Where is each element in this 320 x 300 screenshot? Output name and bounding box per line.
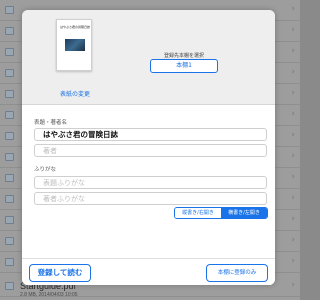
book-cover-thumbnail[interactable]: はやぶさ君の冒険日誌: [56, 19, 92, 71]
pdf-file-icon: [5, 282, 14, 290]
shelf-select-label: 登録先本棚を選択: [163, 53, 204, 59]
file-meta: 2.8 MB, 2014/04/03 10:05: [20, 292, 78, 298]
cover-image: [65, 39, 85, 51]
furigana-section-label: ふりがな: [34, 167, 57, 173]
chevron-right-icon: ›: [291, 46, 295, 56]
change-cover-link[interactable]: 表紙の変更: [40, 89, 110, 98]
file-icon: [5, 153, 14, 161]
horizontal-left-binding-option[interactable]: 横書き/左開き: [221, 208, 267, 218]
chevron-right-icon: ›: [291, 151, 295, 161]
file-icon: [5, 90, 14, 98]
file-icon: [5, 111, 14, 119]
file-icon: [5, 258, 14, 266]
vertical-right-binding-option[interactable]: 縦書き/右開き: [175, 208, 221, 218]
title-furigana-field[interactable]: [34, 176, 267, 189]
binding-direction-control: 縦書き/右開き 横書き/左開き: [174, 207, 268, 219]
file-icon: [5, 237, 14, 245]
shelf-select-button[interactable]: 本棚1: [150, 59, 218, 73]
title-field[interactable]: [34, 128, 267, 141]
author-furigana-field[interactable]: [34, 192, 267, 205]
chevron-right-icon: ›: [291, 280, 295, 290]
chevron-right-icon: ›: [291, 235, 295, 245]
chevron-right-icon: ›: [291, 172, 295, 182]
file-icon: [5, 132, 14, 140]
chevron-right-icon: ›: [291, 4, 295, 14]
chevron-right-icon: ›: [291, 193, 295, 203]
chevron-right-icon: ›: [291, 67, 295, 77]
file-icon: [5, 69, 14, 77]
folder-icon: [5, 48, 14, 56]
register-and-read-button[interactable]: 登録して読む: [29, 264, 91, 282]
cover-title-text: はやぶさ君の冒険日誌: [59, 25, 90, 29]
chevron-right-icon: ›: [291, 25, 295, 35]
chevron-right-icon: ›: [291, 130, 295, 140]
title-section-label: 表題・著者名: [34, 120, 68, 126]
file-icon: [5, 195, 14, 203]
folder-icon: [5, 27, 14, 35]
file-icon: [5, 174, 14, 182]
chevron-right-icon: ›: [291, 88, 295, 98]
register-only-button[interactable]: 本棚に登録のみ: [206, 264, 268, 282]
chevron-right-icon: ›: [291, 214, 295, 224]
author-field[interactable]: [34, 144, 267, 157]
folder-icon: [5, 6, 14, 14]
dialog-footer: 登録して読む 本棚に登録のみ: [22, 258, 275, 285]
chevron-right-icon: ›: [291, 109, 295, 119]
file-icon: [5, 216, 14, 224]
book-registration-dialog: はやぶさ君の冒険日誌 表紙の変更 登録先本棚を選択 本棚1 表題・著者名 ふりが…: [22, 10, 275, 285]
dialog-header-area: はやぶさ君の冒険日誌 表紙の変更 登録先本棚を選択 本棚1: [22, 10, 275, 105]
chevron-right-icon: ›: [291, 256, 295, 266]
